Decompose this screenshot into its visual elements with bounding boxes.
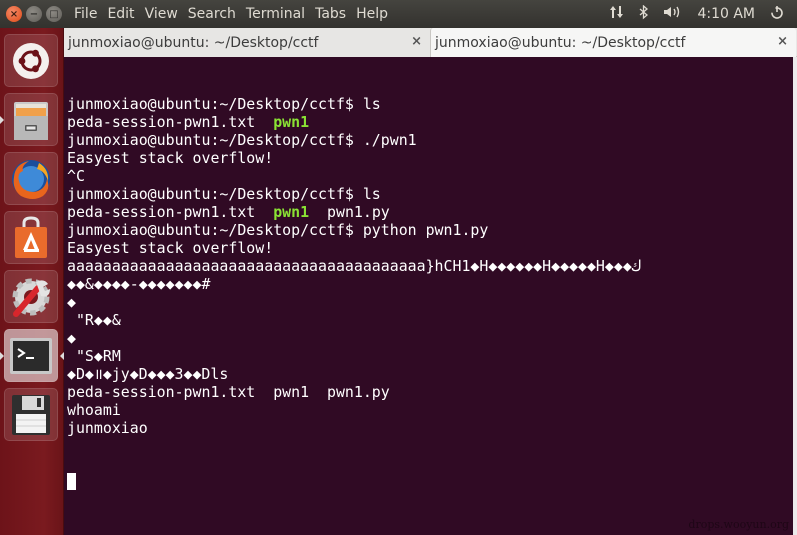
terminal-text: peda-session-pwn1.txt	[67, 203, 274, 221]
executable-filename: pwn1	[273, 203, 310, 221]
menu-bar: File Edit View Search Terminal Tabs Help	[74, 6, 398, 22]
tab-title: junmoxiao@ubuntu: ~/Desktop/cctf	[435, 34, 686, 51]
close-icon: ×	[9, 8, 19, 20]
indicator-area: 4:10 AM	[609, 4, 785, 24]
terminal-line: ^C	[67, 167, 793, 185]
terminal-text: "R◆◆&	[67, 311, 121, 329]
launcher-firefox[interactable]	[4, 152, 58, 205]
ubuntu-logo-icon	[13, 42, 49, 79]
menu-help[interactable]: Help	[356, 6, 388, 22]
terminal-text: ^C	[67, 167, 85, 185]
terminal-line: "R◆◆&	[67, 311, 793, 329]
terminal-text: junmoxiao@ubuntu:~/Desktop/cctf$ ls	[67, 185, 381, 203]
terminal-line: peda-session-pwn1.txt pwn1 pwn1.py	[67, 383, 793, 401]
settings-gear-wrench-icon	[12, 278, 50, 317]
launcher-system-settings[interactable]	[4, 270, 58, 323]
bluetooth-icon[interactable]	[639, 4, 649, 24]
terminal-line: junmoxiao	[67, 419, 793, 437]
terminal-line: junmoxiao@ubuntu:~/Desktop/cctf$ ls	[67, 185, 793, 203]
network-icon[interactable]	[609, 5, 625, 23]
menu-search[interactable]: Search	[188, 6, 236, 22]
terminal-text: "S◆RM	[67, 347, 121, 365]
tab-title: junmoxiao@ubuntu: ~/Desktop/cctf	[68, 34, 319, 51]
terminal-text: pwn1.py	[309, 203, 390, 221]
watermark: drops.wooyun.org	[688, 518, 789, 531]
terminal-text: Easyest stack overflow!	[67, 239, 274, 257]
window-close-button[interactable]: ×	[6, 6, 22, 22]
shopping-bag-icon	[15, 215, 47, 258]
menu-edit[interactable]: Edit	[107, 6, 134, 22]
launcher-save[interactable]	[4, 388, 58, 441]
terminal-text: junmoxiao	[67, 419, 148, 437]
launcher-ubuntu-dash[interactable]	[4, 34, 58, 87]
terminal-line: ◆◆&◆◆◆◆-◆◆◆◆◆◆◆#	[67, 275, 793, 293]
terminal-text: ◆D◆॥◆jy◆D◆◆◆3◆◆Dls	[67, 365, 229, 383]
launcher-software-center[interactable]	[4, 211, 58, 264]
launcher-files[interactable]	[4, 93, 58, 146]
terminal-text: junmoxiao@ubuntu:~/Desktop/cctf$ ls	[67, 95, 381, 113]
terminal-text: junmoxiao@ubuntu:~/Desktop/cctf$ python …	[67, 221, 489, 239]
terminal-text: ◆	[67, 329, 76, 347]
terminal-line: Easyest stack overflow!	[67, 149, 793, 167]
maximize-icon: □	[49, 8, 59, 20]
terminal-line: "S◆RM	[67, 347, 793, 365]
window-maximize-button[interactable]: □	[46, 6, 62, 22]
executable-filename: pwn1	[273, 113, 310, 131]
terminal-line: ◆D◆॥◆jy◆D◆◆◆3◆◆Dls	[67, 365, 793, 383]
tab-close-icon[interactable]: ×	[777, 34, 788, 49]
launcher	[0, 28, 64, 535]
file-cabinet-icon	[14, 101, 48, 140]
terminal-input-line[interactable]	[67, 473, 793, 491]
menu-file[interactable]: File	[74, 6, 97, 22]
terminal-line: ◆	[67, 293, 793, 311]
minimize-icon: −	[29, 8, 39, 20]
terminal-icon	[10, 337, 52, 374]
terminal-text: junmoxiao@ubuntu:~/Desktop/cctf$ ./pwn1	[67, 131, 417, 149]
menu-view[interactable]: View	[145, 6, 178, 22]
terminal-line: junmoxiao@ubuntu:~/Desktop/cctf$ ls	[67, 95, 793, 113]
firefox-icon	[12, 159, 50, 199]
terminal-line: peda-session-pwn1.txt pwn1	[67, 113, 793, 131]
terminal-text: peda-session-pwn1.txt	[67, 113, 274, 131]
terminal-line: peda-session-pwn1.txt pwn1 pwn1.py	[67, 203, 793, 221]
window-minimize-button[interactable]: −	[26, 6, 42, 22]
terminal-line: Easyest stack overflow!	[67, 239, 793, 257]
tab-2[interactable]: junmoxiao@ubuntu: ~/Desktop/cctf ×	[430, 28, 796, 57]
terminal-line: aaaaaaaaaaaaaaaaaaaaaaaaaaaaaaaaaaaaaaaa…	[67, 257, 793, 275]
terminal-lines: junmoxiao@ubuntu:~/Desktop/cctf$ ls peda-…	[67, 95, 793, 437]
terminal-line: ◆	[67, 329, 793, 347]
terminal-text: ◆	[67, 293, 76, 311]
volume-icon[interactable]	[663, 5, 683, 23]
terminal-text: Easyest stack overflow!	[67, 149, 274, 167]
scrollbar[interactable]	[793, 57, 797, 535]
clock[interactable]: 4:10 AM	[697, 6, 755, 22]
top-panel: × − □ File Edit View Search Terminal Tab…	[0, 0, 797, 28]
terminal-line: junmoxiao@ubuntu:~/Desktop/cctf$ python …	[67, 221, 793, 239]
terminal-output[interactable]: junmoxiao@ubuntu:~/Desktop/cctf$ ls peda-…	[64, 57, 793, 535]
terminal-text: whoami	[67, 401, 121, 419]
menu-tabs[interactable]: Tabs	[315, 6, 346, 22]
tab-bar: junmoxiao@ubuntu: ~/Desktop/cctf × junmo…	[64, 28, 797, 57]
text-cursor	[67, 473, 76, 490]
terminal-text: peda-session-pwn1.txt pwn1 pwn1.py	[67, 383, 390, 401]
menu-terminal[interactable]: Terminal	[246, 6, 305, 22]
terminal-text: ◆◆&◆◆◆◆-◆◆◆◆◆◆◆#	[67, 275, 211, 293]
terminal-line: whoami	[67, 401, 793, 419]
power-icon[interactable]	[769, 4, 785, 24]
launcher-terminal[interactable]	[4, 329, 58, 382]
terminal-text: aaaaaaaaaaaaaaaaaaaaaaaaaaaaaaaaaaaaaaaa…	[67, 257, 641, 275]
terminal-line: junmoxiao@ubuntu:~/Desktop/cctf$ ./pwn1	[67, 131, 793, 149]
floppy-disk-icon	[12, 394, 50, 435]
tab-close-icon[interactable]: ×	[411, 34, 422, 49]
tab-1[interactable]: junmoxiao@ubuntu: ~/Desktop/cctf ×	[64, 28, 430, 57]
